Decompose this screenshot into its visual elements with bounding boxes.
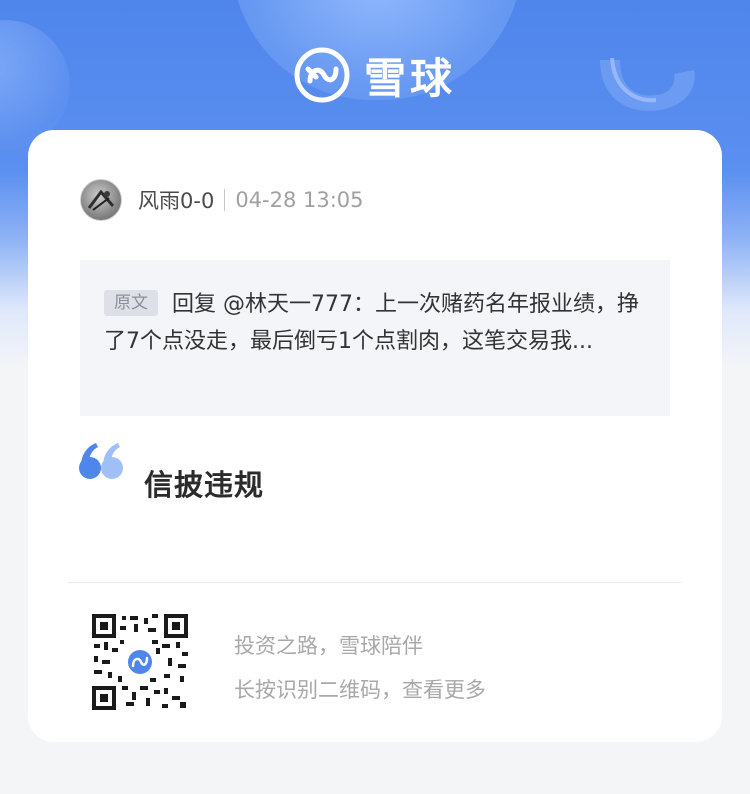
brand-name: 雪球 — [363, 53, 456, 103]
post-header: 风雨0-0 04-28 13:05 — [80, 179, 364, 221]
xueqiu-logo-icon — [294, 47, 350, 103]
separator — [224, 189, 226, 211]
share-card: 风雨0-0 04-28 13:05 原文 回复 @林天一777：上一次赌药名年报业… — [28, 130, 722, 742]
author-name[interactable]: 风雨0-0 — [138, 185, 214, 215]
quote-mark-icon — [79, 443, 123, 479]
avatar[interactable] — [80, 179, 122, 221]
comment-text: 信披违规 — [144, 468, 265, 502]
footer-slogan: 投资之路，雪球陪伴 — [234, 634, 423, 658]
original-tag: 原文 — [104, 290, 158, 316]
comment: 信披违规 — [78, 438, 678, 518]
quoted-original[interactable]: 原文 回复 @林天一777：上一次赌药名年报业绩，挣了7个点没走，最后倒亏1个点割… — [80, 260, 670, 416]
footer-hint: 长按识别二维码，查看更多 — [234, 678, 486, 702]
post-timestamp: 04-28 13:05 — [235, 188, 364, 212]
quoted-text-block: 原文 回复 @林天一777：上一次赌药名年报业绩，挣了7个点没走，最后倒亏1个点割… — [104, 286, 646, 360]
qr-code-icon[interactable] — [90, 612, 190, 712]
brand-header: 雪球 — [0, 40, 750, 110]
avatar-image — [87, 189, 115, 211]
quoted-text: 回复 @林天一777：上一次赌药名年报业绩，挣了7个点没走，最后倒亏1个点割肉，… — [104, 292, 639, 354]
divider — [68, 582, 682, 583]
